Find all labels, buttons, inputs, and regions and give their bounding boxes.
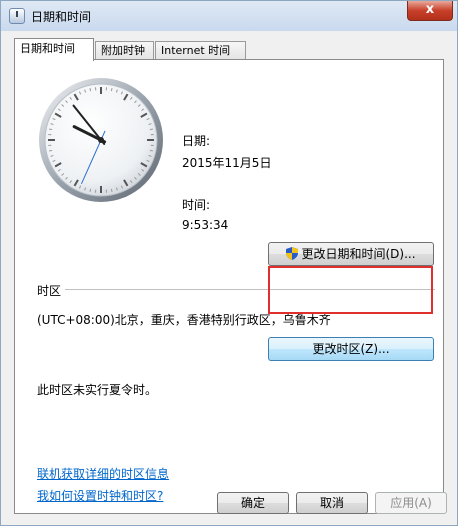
clock-minute-tick bbox=[89, 188, 92, 192]
clock-minute-tick bbox=[149, 149, 153, 152]
clock-minute-tick bbox=[110, 88, 113, 92]
tab-additional-clocks[interactable]: 附加时钟 bbox=[95, 41, 154, 59]
clock-minute-tick bbox=[49, 128, 53, 131]
dst-note: 此时区未实行夏令时。 bbox=[37, 383, 158, 397]
time-label: 时间: bbox=[182, 198, 211, 212]
timezone-section-label: 时区 bbox=[37, 284, 62, 298]
clock-center bbox=[98, 137, 104, 143]
clock-minute-tick bbox=[49, 149, 53, 152]
change-date-time-label: 更改日期和时间(D)... bbox=[301, 247, 416, 261]
analog-clock bbox=[39, 78, 163, 202]
date-label: 日期: bbox=[182, 134, 211, 148]
change-date-time-button[interactable]: 更改日期和时间(D)... bbox=[268, 242, 434, 266]
ok-button[interactable]: 确定 bbox=[217, 492, 289, 514]
clock-app-icon bbox=[9, 8, 25, 24]
close-button[interactable]: x bbox=[407, 1, 453, 21]
change-timezone-button[interactable]: 更改时区(Z)... bbox=[268, 337, 434, 361]
clock-minute-tick bbox=[89, 88, 92, 92]
tab-date-time[interactable]: 日期和时间 bbox=[14, 38, 94, 61]
how-to-set-clock-link[interactable]: 我如何设置时钟和时区? bbox=[37, 487, 163, 504]
apply-button[interactable]: 应用(A) bbox=[375, 492, 447, 514]
online-timezone-info-link[interactable]: 联机获取详细的时区信息 bbox=[37, 465, 169, 482]
clock-minute-tick bbox=[149, 128, 153, 131]
date-time-dialog: 日期和时间 x 日期和时间 附加时钟 Internet 时间 日期: 2015年… bbox=[0, 0, 458, 526]
title-bar[interactable]: 日期和时间 x bbox=[1, 1, 457, 31]
date-value: 2015年11月5日 bbox=[182, 156, 272, 170]
cancel-button[interactable]: 取消 bbox=[296, 492, 368, 514]
uac-shield-icon bbox=[286, 247, 299, 260]
annotation-highlight-box bbox=[268, 266, 433, 314]
time-value: 9:53:34 bbox=[182, 218, 229, 232]
clock-minute-tick bbox=[110, 188, 113, 192]
tab-internet-time[interactable]: Internet 时间 bbox=[155, 41, 246, 59]
window-title: 日期和时间 bbox=[31, 10, 92, 24]
